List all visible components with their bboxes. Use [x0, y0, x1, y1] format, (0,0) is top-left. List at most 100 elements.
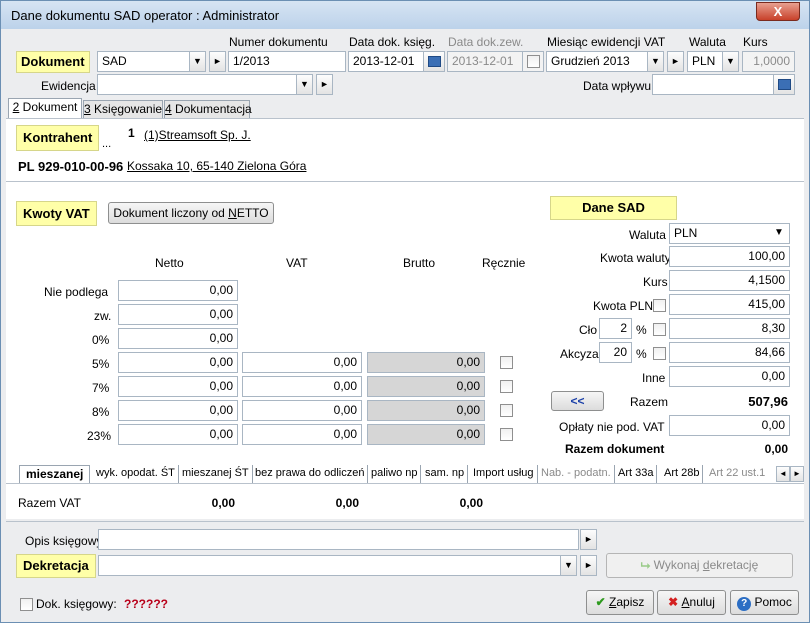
- inner-tabs-divider: [6, 483, 804, 484]
- kurs-input: 1,0000: [742, 51, 795, 72]
- inne-input[interactable]: 0,00: [669, 366, 790, 387]
- tabs-scroll-right-button[interactable]: ►: [790, 466, 804, 482]
- close-button[interactable]: X: [756, 2, 800, 21]
- tab-dokumentacja[interactable]: 4 Dokumentacja: [164, 100, 252, 119]
- sad-waluta-select[interactable]: PLN: [669, 223, 790, 244]
- arrow-right-icon: ►: [320, 79, 329, 89]
- arrow-left-icon: ◄: [779, 469, 787, 478]
- vat-input-5[interactable]: 0,00: [242, 352, 362, 373]
- netto-input-0[interactable]: 0,00: [118, 328, 238, 349]
- data-wplywu-calendar-button[interactable]: [773, 74, 795, 95]
- waluta-select[interactable]: PLN: [687, 51, 723, 72]
- akcyza-pct-sign: %: [636, 347, 647, 361]
- netto-input-7[interactable]: 0,00: [118, 376, 238, 397]
- inner-tab-bez-prawa[interactable]: bez prawa do odliczeń: [252, 465, 369, 483]
- oplaty-label: Opłaty nie pod. VAT: [559, 420, 665, 434]
- ewidencja-next-button[interactable]: ►: [316, 74, 333, 95]
- dokument-dropdown-button[interactable]: ▼: [189, 51, 206, 72]
- clo-value-input[interactable]: 8,30: [669, 318, 790, 339]
- pomoc-button[interactable]: ? Pomoc: [730, 590, 799, 615]
- inner-tab-nab-podatn[interactable]: Nab. - podatn.: [538, 465, 615, 483]
- clo-checkbox[interactable]: [653, 323, 666, 336]
- miesiac-next-button[interactable]: ►: [667, 51, 684, 72]
- inner-tab-art22[interactable]: Art 22 ust.1: [706, 465, 768, 483]
- netto-input-nie-podlega[interactable]: 0,00: [118, 280, 238, 301]
- inner-tab-sam-np[interactable]: sam. np: [422, 465, 469, 483]
- razem-vat-brutto: 0,00: [459, 496, 483, 510]
- anuluj-button[interactable]: ✖ Anuluj: [657, 590, 726, 615]
- miesiac-select[interactable]: Grudzień 2013: [546, 51, 648, 72]
- miesiac-dropdown-button[interactable]: ▼: [647, 51, 664, 72]
- dok-ksiegowy-checkbox[interactable]: [20, 598, 33, 611]
- data-zew-calendar-button: [522, 51, 544, 72]
- inner-tab-art33a[interactable]: Art 33a: [615, 465, 658, 483]
- inner-tab-mieszanej-st[interactable]: mieszanej ŚT: [179, 465, 253, 483]
- vat-input-8[interactable]: 0,00: [242, 400, 362, 421]
- netto-button[interactable]: Dokument liczony od NETTO: [108, 202, 274, 224]
- chevron-down-icon: ▼: [726, 56, 735, 66]
- dekretacja-select[interactable]: [98, 555, 561, 576]
- inner-tab-mieszanej[interactable]: mieszanej: [19, 465, 91, 483]
- dekretacja-dropdown-button[interactable]: ▼: [560, 555, 577, 576]
- recznie-checkbox-7[interactable]: [500, 380, 513, 393]
- akcyza-pct-input[interactable]: 20: [599, 342, 632, 363]
- sad-kurs-input[interactable]: 4,1500: [669, 270, 790, 291]
- oplaty-input[interactable]: 0,00: [669, 415, 790, 436]
- razem-label: Razem: [630, 395, 669, 409]
- recznie-checkbox-23[interactable]: [500, 428, 513, 441]
- ewidencja-dropdown-button[interactable]: ▼: [296, 74, 313, 95]
- opis-next-button[interactable]: ►: [580, 529, 597, 550]
- data-ksieg-calendar-button[interactable]: [423, 51, 445, 72]
- kontrahent-name-link[interactable]: (1)Streamsoft Sp. J.: [144, 128, 251, 142]
- dok-ksiegowy-value: ??????: [124, 597, 168, 611]
- tab-dokument[interactable]: 2 Dokument: [8, 98, 82, 118]
- back-button[interactable]: <<: [551, 391, 604, 411]
- data-wplywu-input[interactable]: [652, 74, 774, 95]
- netto-input-8[interactable]: 0,00: [118, 400, 238, 421]
- dok-ksiegowy-label: Dok. księgowy:: [36, 597, 117, 611]
- vat-input-7[interactable]: 0,00: [242, 376, 362, 397]
- chevron-down-icon: ▼: [651, 56, 660, 66]
- dane-sad-label: Dane SAD: [550, 196, 677, 220]
- netto-input-5[interactable]: 0,00: [118, 352, 238, 373]
- row-label-nie-podlega: Nie podlega: [44, 285, 109, 299]
- ewidencja-select[interactable]: [97, 74, 297, 95]
- kwota-waluty-input[interactable]: 100,00: [669, 246, 790, 267]
- row-label-5: 5%: [92, 357, 110, 371]
- inner-tab-paliwo-np[interactable]: paliwo np: [368, 465, 422, 483]
- recznie-checkbox-8[interactable]: [500, 404, 513, 417]
- sad-waluta-label: Waluta: [629, 228, 666, 242]
- chevron-down-icon: ▼: [300, 79, 309, 89]
- clo-pct-input[interactable]: 2: [599, 318, 632, 339]
- clo-label: Cło: [579, 323, 598, 337]
- kontrahent-more-button[interactable]: ...: [102, 138, 111, 150]
- netto-input-zw[interactable]: 0,00: [118, 304, 238, 325]
- recznie-checkbox-5[interactable]: [500, 356, 513, 369]
- data-ksieg-input[interactable]: 2013-12-01: [348, 51, 424, 72]
- inner-tab-art28b[interactable]: Art 28b: [661, 465, 704, 483]
- clo-pct-sign: %: [636, 323, 647, 337]
- dokument-next-button[interactable]: ►: [209, 51, 226, 72]
- dokument-select[interactable]: SAD: [97, 51, 191, 72]
- kwota-pln-checkbox[interactable]: [653, 299, 666, 312]
- waluta-dropdown-button[interactable]: ▼: [722, 51, 739, 72]
- vat-input-23[interactable]: 0,00: [242, 424, 362, 445]
- netto-input-23[interactable]: 0,00: [118, 424, 238, 445]
- wykonaj-dekretacje-button[interactable]: ⮡ Wykonaj dekretację: [606, 553, 793, 578]
- kontrahent-address-link[interactable]: Kossaka 10, 65-140 Zielona Góra: [127, 159, 306, 173]
- sad-kurs-label: Kurs: [643, 275, 668, 289]
- tab-ksiegowanie[interactable]: 3 Księgowanie: [83, 100, 163, 119]
- tabs-scroll-left-button[interactable]: ◄: [776, 466, 790, 482]
- akcyza-value-input[interactable]: 84,66: [669, 342, 790, 363]
- row-label-23: 23%: [87, 429, 112, 443]
- opis-input[interactable]: [98, 529, 579, 550]
- akcyza-checkbox[interactable]: [653, 347, 666, 360]
- kwota-pln-input[interactable]: 415,00: [669, 294, 790, 315]
- dekretacja-next-button[interactable]: ►: [580, 555, 597, 576]
- row-label-0: 0%: [92, 333, 110, 347]
- numer-input[interactable]: 1/2013: [228, 51, 346, 72]
- brutto-value-7: 0,00: [367, 376, 485, 397]
- zapisz-button[interactable]: ✔ Zapisz: [586, 590, 654, 615]
- inner-tab-import-uslug[interactable]: Import usług: [470, 465, 538, 483]
- inner-tab-wyk-opodat-st[interactable]: wyk. opodat. ŚT: [93, 465, 179, 483]
